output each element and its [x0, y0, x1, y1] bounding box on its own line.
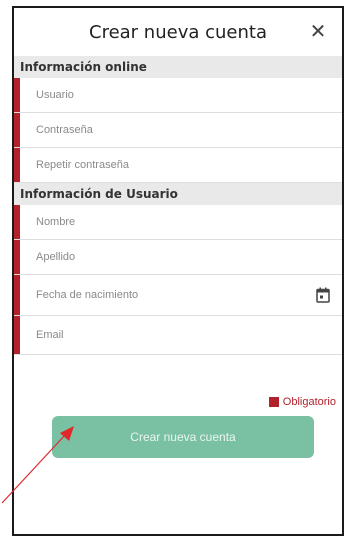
fecha-nacimiento-input[interactable]	[34, 288, 342, 302]
contrasena-input[interactable]	[34, 123, 342, 137]
field-nombre	[14, 205, 342, 240]
field-email	[14, 316, 342, 355]
required-swatch	[268, 397, 279, 407]
section-online-info: Información online	[14, 56, 342, 78]
field-fecha-nacimiento	[14, 275, 342, 316]
dialog-title: Crear nueva cuenta	[89, 21, 267, 43]
required-legend: Obligatorio	[268, 396, 336, 408]
field-apellido	[14, 240, 342, 275]
create-account-button[interactable]: Crear nueva cuenta	[52, 416, 314, 458]
field-contrasena	[14, 113, 342, 148]
apellido-input[interactable]	[34, 250, 342, 264]
nombre-input[interactable]	[34, 215, 342, 229]
section-user-info: Información de Usuario	[14, 183, 342, 205]
close-icon[interactable]: ✕	[306, 19, 330, 43]
dialog-header: Crear nueva cuenta ✕	[14, 8, 342, 56]
email-input[interactable]	[34, 328, 342, 342]
usuario-input[interactable]	[34, 88, 342, 102]
field-repetir-contrasena	[14, 148, 342, 183]
field-usuario	[14, 78, 342, 113]
repetir-contrasena-input[interactable]	[34, 158, 342, 172]
register-dialog: Crear nueva cuenta ✕ Información online …	[12, 6, 344, 536]
required-legend-label: Obligatorio	[282, 396, 336, 408]
calendar-icon[interactable]	[316, 287, 330, 303]
